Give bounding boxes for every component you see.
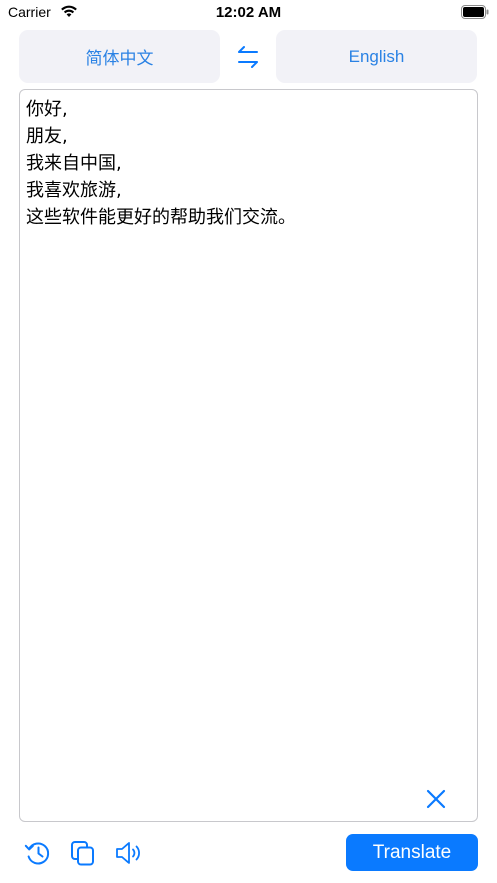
speaker-icon[interactable] (113, 838, 143, 868)
history-icon[interactable] (23, 838, 53, 868)
swap-arrows-icon[interactable] (234, 43, 262, 71)
source-text-area[interactable]: 你好, 朋友, 我来自中国, 我喜欢旅游, 这些软件能更好的帮助我们交流。 (19, 89, 478, 822)
target-language-button[interactable]: English (276, 30, 477, 83)
copy-icon[interactable] (68, 838, 98, 868)
close-icon[interactable] (425, 788, 447, 810)
translate-button[interactable]: Translate (346, 834, 478, 871)
status-bar: Carrier 12:02 AM (0, 0, 497, 26)
status-time: 12:02 AM (215, 4, 282, 21)
translator-screen: Carrier 12:02 AM 简体中文 English 你好, 朋友, 我来… (0, 0, 497, 883)
source-language-button[interactable]: 简体中文 (19, 30, 220, 83)
battery-icon (461, 5, 489, 19)
source-text[interactable]: 你好, 朋友, 我来自中国, 我喜欢旅游, 这些软件能更好的帮助我们交流。 (26, 96, 469, 231)
